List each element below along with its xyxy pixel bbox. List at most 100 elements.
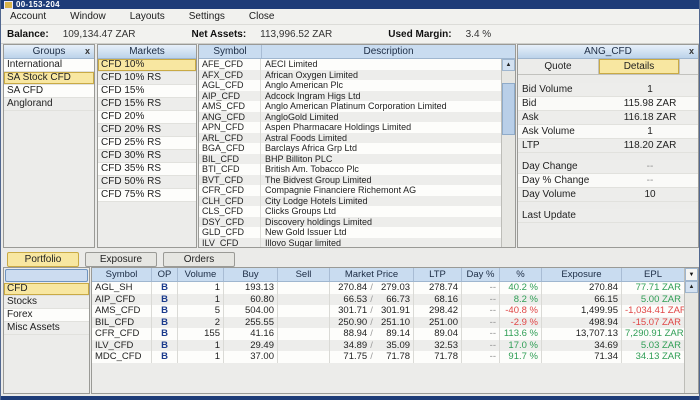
bottom-tab[interactable]: Portfolio (7, 252, 79, 267)
symbol-column-header[interactable]: Symbol (199, 45, 262, 58)
column-menu-icon[interactable]: ▼ (685, 268, 698, 281)
col-ltp[interactable]: LTP (414, 268, 462, 281)
symbol-row[interactable]: ILV_CFD Illovo Sugar limited (199, 238, 502, 248)
market-list-item[interactable]: CFD 20% (98, 111, 196, 124)
symbol-row[interactable]: APN_CFD Aspen Pharmacare Holdings Limite… (199, 122, 502, 133)
col-day-pct[interactable]: Day % (462, 268, 500, 281)
symbol-row[interactable]: AFE_CFD AECI Limited (199, 59, 502, 70)
col-volume[interactable]: Volume (178, 268, 224, 281)
balance-label: Balance: (7, 29, 49, 40)
symbols-scrollbar[interactable]: ▲ ▼ (501, 59, 515, 247)
market-bid: 88.94 (333, 328, 367, 340)
quote-field-label: Last Update (522, 209, 606, 222)
col-pct[interactable]: % (500, 268, 542, 281)
portfolio-table: Symbol OP Volume Buy Sell Market Price L… (91, 267, 699, 394)
scrollbar-thumb[interactable] (502, 83, 515, 135)
asset-class-item[interactable]: Stocks (4, 296, 89, 309)
menu-item[interactable]: Settings (189, 11, 225, 22)
bottom-tab[interactable]: Orders (163, 252, 235, 267)
description-column-header[interactable]: Description (262, 45, 515, 58)
asset-class-item[interactable]: CFD (4, 283, 89, 296)
position-row[interactable]: BIL_CFD B 2 255.55 250.90 / 251.10 251.0… (92, 317, 685, 329)
position-row[interactable]: MDC_CFD B 1 37.00 71.75 / 71.78 71.78 --… (92, 351, 685, 363)
cell-sell (278, 340, 330, 352)
cell-symbol: AIP_CFD (92, 294, 152, 306)
col-sell[interactable]: Sell (278, 268, 330, 281)
symbol-cell: AFE_CFD (199, 59, 261, 70)
market-list-item[interactable]: CFD 20% RS (98, 124, 196, 137)
menu-item[interactable]: Account (10, 11, 46, 22)
symbol-row[interactable]: AMS_CFD Anglo American Platinum Corporat… (199, 101, 502, 112)
tab-details[interactable]: Details (599, 59, 680, 74)
col-op[interactable]: OP (152, 268, 178, 281)
market-list-item[interactable]: CFD 35% RS (98, 163, 196, 176)
asset-class-item[interactable]: Misc Assets (4, 322, 89, 335)
market-list-item[interactable]: CFD 10% (98, 59, 196, 72)
cell-op: B (152, 340, 178, 352)
symbol-row[interactable]: BVT_CFD The Bidvest Group Limited (199, 175, 502, 186)
group-list-item[interactable]: SA CFD (4, 85, 94, 98)
group-list-item[interactable]: International (4, 59, 94, 72)
cell-pct: -40.8 % (500, 305, 542, 317)
position-row[interactable]: CFR_CFD B 155 41.16 88.94 / 89.14 89.04 … (92, 328, 685, 340)
menu-item[interactable]: Window (70, 11, 106, 22)
market-list-item[interactable]: CFD 50% RS (98, 176, 196, 189)
asset-class-item[interactable]: Forex (4, 309, 89, 322)
symbol-row[interactable]: CLS_CFD Clicks Groups Ltd (199, 206, 502, 217)
bottom-tab[interactable]: Exposure (85, 252, 157, 267)
market-list-item[interactable]: CFD 10% RS (98, 72, 196, 85)
portfolio-scrollbar[interactable]: ▼ ▲ ▼ (684, 268, 698, 393)
market-list-item[interactable]: CFD 15% RS (98, 98, 196, 111)
quote-close-icon[interactable]: x (689, 45, 694, 58)
cell-epl: 77.71 ZAR (622, 282, 685, 294)
symbol-row[interactable]: BGA_CFD Barclays Africa Grp Ltd (199, 143, 502, 154)
symbol-cell: AGL_CFD (199, 80, 261, 91)
menu-item[interactable]: Close (249, 11, 275, 22)
symbol-row[interactable]: ANG_CFD AngloGold Limited (199, 112, 502, 123)
col-exposure[interactable]: Exposure (542, 268, 622, 281)
position-row[interactable]: AMS_CFD B 5 504.00 301.71 / 301.91 298.4… (92, 305, 685, 317)
col-buy[interactable]: Buy (224, 268, 278, 281)
groups-close-icon[interactable]: x (85, 45, 90, 58)
symbol-row[interactable]: BTI_CFD British Am. Tobacco Plc (199, 164, 502, 175)
cell-buy: 255.55 (224, 317, 278, 329)
group-list-item[interactable]: Anglorand (4, 98, 94, 111)
symbol-row[interactable]: ARL_CFD Astral Foods Limited (199, 133, 502, 144)
symbol-row[interactable]: AFX_CFD African Oxygen Limited (199, 70, 502, 81)
balance-value: 109,134.47 ZAR (63, 29, 136, 40)
col-epl[interactable]: EPL (622, 268, 685, 281)
symbol-row[interactable]: CFR_CFD Compagnie Financiere Richemont A… (199, 185, 502, 196)
group-list-item[interactable]: SA Stock CFD (4, 72, 94, 85)
quote-panel: ANG_CFD x Quote Details Bid Volume 1 Bid… (517, 44, 699, 248)
cell-market-price: 34.89 / 35.09 (330, 340, 414, 352)
position-row[interactable]: AIP_CFD B 1 60.80 66.53 / 66.73 68.16 --… (92, 294, 685, 306)
symbol-row[interactable]: AIP_CFD Adcock Ingram Higs Ltd (199, 91, 502, 102)
description-cell: New Gold Issuer Ltd (261, 227, 502, 238)
market-list-item[interactable]: CFD 15% (98, 85, 196, 98)
col-symbol[interactable]: Symbol (92, 268, 152, 281)
cell-buy: 29.49 (224, 340, 278, 352)
asset-class-header[interactable] (5, 269, 88, 282)
groups-panel-title: Groups (33, 46, 66, 57)
market-list-item[interactable]: CFD 75% RS (98, 189, 196, 202)
cell-exposure: 498.94 (542, 317, 622, 329)
symbol-cell: BGA_CFD (199, 143, 261, 154)
symbol-row[interactable]: DSY_CFD Discovery holdings Limited (199, 217, 502, 228)
cell-day-pct: -- (462, 351, 500, 363)
market-list-item[interactable]: CFD 25% RS (98, 137, 196, 150)
menu-item[interactable]: Layouts (130, 11, 165, 22)
cell-ltp: 89.04 (414, 328, 462, 340)
symbol-row[interactable]: BIL_CFD BHP Billiton PLC (199, 154, 502, 165)
scroll-up-icon[interactable]: ▲ (502, 59, 515, 71)
position-row[interactable]: ILV_CFD B 1 29.49 34.89 / 35.09 32.53 --… (92, 340, 685, 352)
position-row[interactable]: AGL_SH B 1 193.13 270.84 / 279.03 278.74… (92, 282, 685, 294)
tab-quote[interactable]: Quote (518, 59, 599, 74)
symbol-row[interactable]: GLD_CFD New Gold Issuer Ltd (199, 227, 502, 238)
scroll-up-icon[interactable]: ▲ (685, 281, 698, 293)
quote-field-label (522, 202, 606, 209)
title-bar[interactable]: 00-153-204 (1, 0, 699, 9)
market-list-item[interactable]: CFD 30% RS (98, 150, 196, 163)
symbol-row[interactable]: AGL_CFD Anglo American Plc (199, 80, 502, 91)
symbol-row[interactable]: CLH_CFD City Lodge Hotels Limited (199, 196, 502, 207)
col-market-price[interactable]: Market Price (330, 268, 414, 281)
